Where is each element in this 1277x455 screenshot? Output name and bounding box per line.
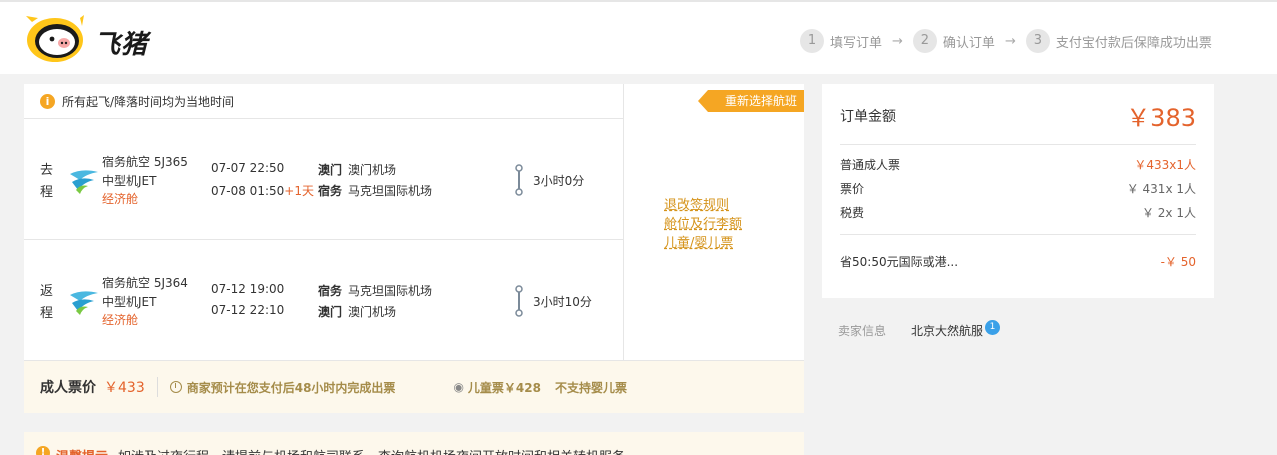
- reselect-flight-button[interactable]: 重新选择航班: [698, 90, 804, 112]
- adult-price-bar: 成人票价 ￥433 商家预计在您支付后48小时内完成出票 ◉ 儿童票￥428 不…: [24, 360, 804, 413]
- seller-name[interactable]: 北京大然航服: [911, 322, 983, 339]
- flight-duration: 3小时0分: [533, 174, 585, 188]
- cabin-baggage-link[interactable]: 舱位及行李额: [664, 215, 742, 234]
- step-label: 填写订单: [830, 35, 883, 51]
- discount-label: 省50:50元国际或港...: [840, 255, 959, 269]
- depart-airport: 马克坦国际机场: [348, 284, 433, 298]
- outbound-leg: 去程 宿务航空 5J365 中型机JET 经济舱 07-07 22:50 07-…: [24, 120, 624, 240]
- fliggy-logo[interactable]: 飞猪: [24, 14, 154, 64]
- step-number: 3: [1025, 29, 1050, 53]
- order-summary-card: 订单金额 ￥383 普通成人票 ￥433x1人 票价 ￥ 431x 1人 税费 …: [822, 84, 1214, 298]
- child-ticket-price: 儿童票￥428: [467, 380, 541, 395]
- row-value: ￥ 431x 1人: [1126, 182, 1196, 196]
- leg-direction: 返程: [40, 284, 54, 321]
- tips-label: 温馨提示: [56, 446, 108, 455]
- eye-icon: ◉: [453, 380, 464, 394]
- airline-flight: 宿务航空 5J365: [102, 154, 188, 171]
- order-total: ￥383: [1126, 104, 1196, 132]
- no-infant-ticket: 不支持婴儿票: [554, 380, 627, 395]
- arrive-time: 07-08 01:50: [211, 184, 285, 198]
- notice-text: 所有起飞/降落时间均为当地时间: [62, 94, 235, 109]
- flight-number: 5J364: [153, 276, 188, 290]
- arrow-right-icon: →: [1004, 33, 1016, 49]
- price-separator: [156, 377, 158, 397]
- warm-tips: ! 温馨提示 如涉及过夜行程，请提前与机场和航司联系，查询航机机场夜间开放时间和…: [24, 432, 804, 455]
- arrive-city: 宿务: [318, 184, 343, 198]
- flight-number: 5J365: [153, 155, 188, 169]
- step-fill-order: 1 填写订单: [800, 29, 882, 53]
- inbound-leg: 返程 宿务航空 5J364 中型机JET 经济舱 07-12 19:00 07-…: [24, 241, 624, 361]
- row-value: ￥ 2x 1人: [1141, 206, 1196, 220]
- depart-time: 07-07 22:50: [211, 161, 285, 175]
- adult-price-value: ￥433: [104, 380, 145, 396]
- airline-name: 宿务航空: [102, 276, 151, 290]
- refund-change-rules-link[interactable]: 退改签规则: [664, 196, 742, 215]
- tips-text: 如涉及过夜行程，请提前与机场和航司联系，查询航机机场夜间开放时间和相关转机服务: [118, 446, 625, 455]
- row-label: 税费: [840, 206, 865, 220]
- tax-row: 税费 ￥ 2x 1人: [840, 204, 1196, 221]
- depart-location: 澳门 澳门机场: [318, 161, 396, 178]
- summary-divider: [840, 144, 1196, 145]
- arrive-location: 宿务 马克坦国际机场: [318, 182, 432, 199]
- step-confirm-order: 2 确认订单: [912, 29, 995, 53]
- order-steps: 1 填写订单 → 2 确认订单 → 3 支付宝付款后保障成功出票: [800, 28, 1212, 54]
- discount-value: -￥ 50: [1160, 255, 1196, 269]
- step-number: 2: [912, 29, 937, 53]
- arrive-time-row: 07-08 01:50+1天: [211, 182, 314, 199]
- info-icon: !: [36, 446, 50, 455]
- depart-location: 宿务 马克坦国际机场: [318, 282, 432, 299]
- route-line-icon: [515, 285, 523, 317]
- seller-info: 卖家信息 北京大然航服 1: [838, 320, 1001, 339]
- aircraft-type: 中型机JET: [102, 174, 157, 188]
- pig-logo-icon: [26, 15, 84, 62]
- logo-text: 飞猪: [94, 30, 149, 60]
- cabin-class: 经济舱: [102, 192, 139, 206]
- step-pay: 3 支付宝付款后保障成功出票: [1025, 29, 1212, 53]
- flight-card: i 所有起飞/降落时间均为当地时间 重新选择航班 去程 宿务航空 5J365 中…: [24, 84, 804, 413]
- plus-day-badge: +1天: [284, 184, 314, 198]
- arrow-right-icon: →: [892, 33, 903, 49]
- row-label: 普通成人票: [840, 158, 901, 172]
- airline-name: 宿务航空: [102, 155, 151, 169]
- fare-row: 票价 ￥ 431x 1人: [840, 180, 1196, 197]
- summary-divider: [840, 234, 1196, 235]
- depart-city: 澳门: [318, 163, 343, 177]
- adult-price-label: 成人票价: [40, 380, 96, 396]
- step-label: 确认订单: [942, 35, 995, 51]
- child-infant-ticket-link[interactable]: 儿童/婴儿票: [664, 234, 742, 253]
- arrive-city: 澳门: [318, 305, 343, 319]
- depart-city: 宿务: [318, 284, 343, 298]
- airline-flight: 宿务航空 5J364: [102, 275, 188, 292]
- info-icon: i: [40, 93, 55, 109]
- order-amount-label: 订单金额: [840, 109, 896, 125]
- arrive-airport: 马克坦国际机场: [348, 184, 433, 198]
- aircraft-type: 中型机JET: [102, 295, 157, 309]
- leg-direction: 去程: [40, 163, 54, 200]
- depart-time: 07-12 19:00: [211, 282, 285, 296]
- seller-chat-icon[interactable]: 1: [985, 320, 1001, 335]
- cebu-pacific-logo-icon: [70, 170, 98, 194]
- policy-links: 退改签规则 舱位及行李额 儿童/婴儿票: [664, 196, 742, 253]
- seller-label: 卖家信息: [838, 324, 887, 338]
- ticket-issue-note: 商家预计在您支付后48小时内完成出票: [186, 380, 396, 395]
- arrive-airport: 澳门机场: [348, 305, 397, 319]
- cebu-pacific-logo-icon: [70, 291, 98, 315]
- flight-duration: 3小时10分: [533, 295, 592, 309]
- route-line-icon: [515, 164, 523, 196]
- adult-ticket-row: 普通成人票 ￥433x1人: [840, 156, 1196, 173]
- arrive-time: 07-12 22:10: [211, 303, 285, 317]
- step-number: 1: [800, 29, 824, 53]
- row-value: ￥433x1人: [1134, 158, 1196, 172]
- page-header: 飞猪 1 填写订单 → 2 确认订单 → 3 支付宝付款后保障成功出票: [0, 0, 1277, 74]
- cabin-class: 经济舱: [102, 313, 139, 327]
- step-label: 支付宝付款后保障成功出票: [1055, 35, 1212, 51]
- discount-row: 省50:50元国际或港... -￥ 50: [840, 253, 1196, 270]
- arrive-location: 澳门 澳门机场: [318, 303, 396, 320]
- depart-airport: 澳门机场: [348, 163, 397, 177]
- row-label: 票价: [840, 182, 865, 196]
- clock-icon: [169, 381, 182, 393]
- local-time-notice: i 所有起飞/降落时间均为当地时间: [24, 84, 624, 119]
